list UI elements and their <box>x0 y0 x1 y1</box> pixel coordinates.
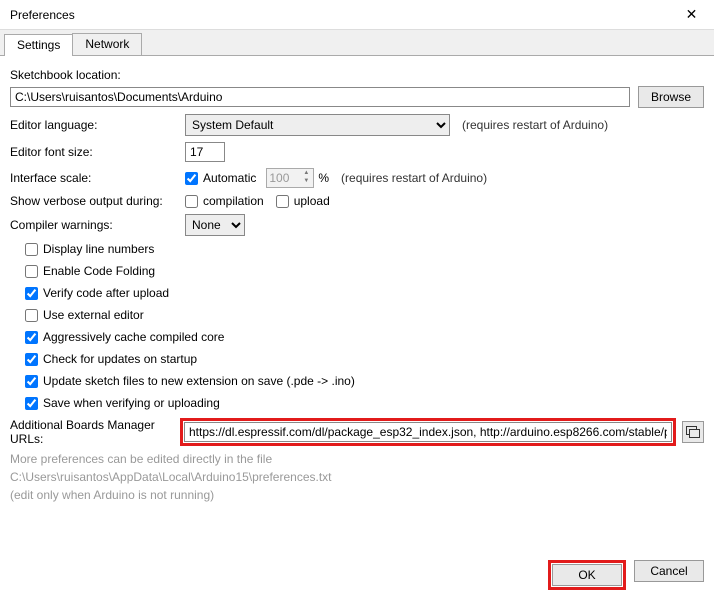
verbose-compilation-checkbox[interactable]: compilation <box>185 194 264 208</box>
font-size-input[interactable] <box>185 142 225 162</box>
window-title: Preferences <box>10 8 669 22</box>
display-line-numbers-checkbox[interactable]: Display line numbers <box>25 242 704 256</box>
verbose-upload-checkbox[interactable]: upload <box>276 194 330 208</box>
close-button[interactable]: ✕ <box>669 0 714 30</box>
editor-language-hint: (requires restart of Arduino) <box>462 118 608 132</box>
cancel-button[interactable]: Cancel <box>634 560 704 582</box>
ok-button[interactable]: OK <box>552 564 622 586</box>
interface-scale-label: Interface scale: <box>10 171 185 185</box>
title-bar: Preferences ✕ <box>0 0 714 30</box>
compiler-warnings-label: Compiler warnings: <box>10 218 185 232</box>
more-prefs-line2: C:\Users\ruisantos\AppData\Local\Arduino… <box>10 470 704 484</box>
boards-urls-input[interactable] <box>184 422 672 442</box>
tab-network[interactable]: Network <box>72 33 142 55</box>
boards-urls-label: Additional Boards Manager URLs: <box>10 418 180 446</box>
update-extension-checkbox[interactable]: Update sketch files to new extension on … <box>25 374 704 388</box>
tab-bar: Settings Network <box>0 30 714 56</box>
cache-compiled-core-checkbox[interactable]: Aggressively cache compiled core <box>25 330 704 344</box>
content-pane: Sketchbook location: Browse Editor langu… <box>0 56 714 512</box>
use-external-editor-checkbox[interactable]: Use external editor <box>25 308 704 322</box>
interface-scale-spinner[interactable]: 100 ▲▼ <box>266 168 314 188</box>
save-on-verify-checkbox[interactable]: Save when verifying or uploading <box>25 396 704 410</box>
enable-code-folding-checkbox[interactable]: Enable Code Folding <box>25 264 704 278</box>
interface-scale-hint: (requires restart of Arduino) <box>341 171 487 185</box>
percent-label: % <box>318 171 329 185</box>
more-prefs-line1: More preferences can be edited directly … <box>10 452 704 466</box>
editor-language-label: Editor language: <box>10 118 185 132</box>
sketchbook-label: Sketchbook location: <box>10 68 121 82</box>
browse-button[interactable]: Browse <box>638 86 704 108</box>
sketchbook-path-input[interactable] <box>10 87 630 107</box>
check-updates-checkbox[interactable]: Check for updates on startup <box>25 352 704 366</box>
verify-after-upload-checkbox[interactable]: Verify code after upload <box>25 286 704 300</box>
font-size-label: Editor font size: <box>10 145 185 159</box>
dialog-footer: OK Cancel <box>548 560 704 590</box>
compiler-warnings-select[interactable]: None <box>185 214 245 236</box>
tab-settings[interactable]: Settings <box>4 34 73 56</box>
verbose-label: Show verbose output during: <box>10 194 185 208</box>
boards-urls-expand-button[interactable] <box>682 421 704 443</box>
more-prefs-line3: (edit only when Arduino is not running) <box>10 488 704 502</box>
window-icon <box>686 426 700 438</box>
editor-language-select[interactable]: System Default <box>185 114 450 136</box>
interface-scale-auto-checkbox[interactable]: Automatic <box>185 171 256 185</box>
